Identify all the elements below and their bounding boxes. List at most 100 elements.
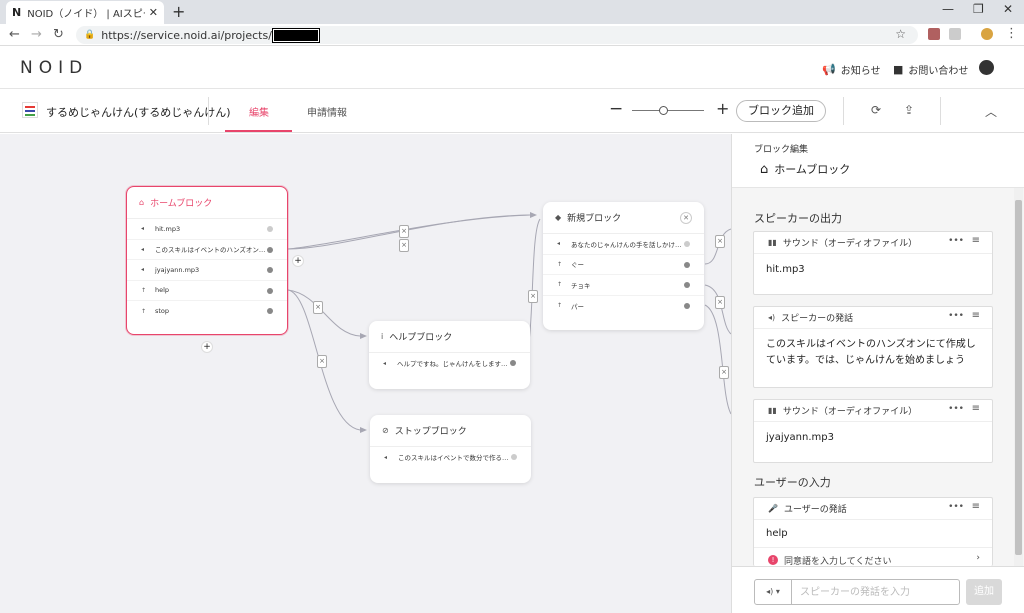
output-card[interactable]: ◂) スピーカーの発話 ••• ≡ このスキルはイベントのハンズオンにて作成して… [753, 306, 993, 388]
reload-icon[interactable]: ↻ [53, 27, 64, 42]
drag-handle-icon[interactable]: ≡ [972, 310, 980, 321]
project-thumbnail-icon [22, 102, 38, 118]
noid-logo[interactable]: NOID [20, 58, 88, 78]
connector-dot[interactable] [511, 454, 517, 460]
connector-dot[interactable] [684, 302, 690, 309]
panel-scrollbar[interactable] [1014, 188, 1023, 566]
connector-dot[interactable] [267, 267, 273, 273]
sync-icon[interactable]: ⟳ [871, 103, 881, 117]
delete-wire-button[interactable]: × [719, 366, 729, 379]
add-connection-button[interactable]: + [292, 255, 304, 267]
window-close-icon[interactable]: ✕ [1003, 2, 1013, 16]
home-block-title[interactable]: ⌂ ホームブロック [127, 187, 287, 219]
stop-block-title[interactable]: ⊘ ストップブロック [370, 415, 531, 447]
block-row[interactable]: ↑ help [127, 281, 287, 301]
speaker-utterance-input[interactable] [791, 579, 960, 605]
add-button[interactable]: 追加 [966, 579, 1002, 605]
block-row[interactable]: ↑ ぐー [543, 255, 704, 275]
forward-icon[interactable]: → [31, 27, 42, 42]
add-row-button[interactable]: + [201, 341, 213, 353]
delete-wire-button[interactable]: × [715, 235, 725, 248]
scrollbar-thumb[interactable] [1015, 200, 1022, 555]
zoom-slider-handle[interactable] [659, 106, 668, 115]
stop-block[interactable]: ⊘ ストップブロック ◂ このスキルはイベントで数分で作る… [370, 415, 531, 483]
panel-block-name: ⌂ ホームブロック [760, 161, 850, 177]
extension-icon[interactable] [949, 28, 961, 40]
block-row[interactable]: ◂ ヘルプですね。じゃんけんをします… [369, 353, 530, 374]
tab-application-info[interactable]: 申請情報 [307, 104, 347, 119]
new-block[interactable]: ◆ 新規ブロック ✕ ◂ あなたのじゃんけんの手を話しかけ… ↑ ぐー ↑ チョ… [543, 202, 704, 330]
close-block-icon[interactable]: ✕ [680, 212, 692, 224]
delete-wire-button[interactable]: × [313, 301, 323, 314]
output-type-select[interactable]: ◂) ▾ [754, 579, 792, 605]
collapse-chevron-icon[interactable]: ︿ [985, 103, 997, 120]
connector-dot[interactable] [684, 241, 690, 247]
block-row[interactable]: ◂ jyajyann.mp3 [127, 260, 287, 281]
tab-edit[interactable]: 編集 [249, 104, 269, 119]
more-icon[interactable]: ••• [948, 502, 964, 512]
news-link[interactable]: 📢 お知らせ [822, 62, 881, 77]
maximize-icon[interactable]: ❐ [973, 2, 984, 16]
profile-avatar-icon[interactable] [981, 28, 993, 40]
block-row[interactable]: ◂ あなたのじゃんけんの手を話しかけ… [543, 234, 704, 255]
card-body[interactable]: このスキルはイベントのハンズオンにて作成しています。では、じゃんけんを始めましょ… [754, 329, 992, 376]
account-icon[interactable] [979, 60, 994, 75]
browser-menu-icon[interactable]: ⋮ [1005, 26, 1018, 41]
new-block-label: 新規ブロック [567, 214, 622, 224]
back-icon[interactable]: ← [9, 27, 20, 42]
input-card[interactable]: 🎤 ユーザーの発話 ••• ≡ help ! 同意語を入力してください › [753, 497, 993, 566]
row-label: jyajyann.mp3 [155, 265, 200, 274]
browser-tab[interactable]: N NOID（ノイド） | AIスピーカースキルを ✕ [6, 1, 164, 24]
output-card[interactable]: ▮▮ サウンド（オーディオファイル） ••• ≡ jyajyann.mp3 [753, 399, 993, 463]
zoom-out-icon[interactable]: − [609, 99, 623, 119]
zoom-in-icon[interactable]: + [716, 99, 729, 118]
card-body[interactable]: hit.mp3 [754, 254, 992, 286]
drag-handle-icon[interactable]: ≡ [972, 501, 980, 512]
connector-dot[interactable] [267, 308, 273, 314]
home-block[interactable]: ⌂ ホームブロック ◂ hit.mp3 ◂ このスキルはイベントのハンズオン… … [126, 186, 288, 335]
home-block-label: ホームブロック [150, 199, 213, 209]
extension-icon[interactable] [928, 28, 940, 40]
card-type: サウンド（オーディオファイル） [782, 239, 918, 249]
row-label: パー [571, 302, 584, 311]
card-body[interactable]: help [754, 520, 992, 547]
synonym-hint[interactable]: ! 同意語を入力してください › [754, 546, 992, 566]
connector-dot[interactable] [684, 261, 690, 268]
url-bar[interactable]: 🔒 https://service.noid.ai/projects/ ☆ [76, 26, 918, 44]
contact-link[interactable]: ■ お問い合わせ [893, 62, 968, 77]
delete-wire-button[interactable]: × [317, 355, 327, 368]
help-block[interactable]: i ヘルプブロック ◂ ヘルプですね。じゃんけんをします… [369, 321, 530, 389]
speaker-icon: ◂ [141, 225, 145, 233]
delete-wire-button[interactable]: × [715, 296, 725, 309]
block-row[interactable]: ◂ hit.mp3 [127, 219, 287, 240]
delete-wire-button[interactable]: × [399, 225, 409, 238]
new-tab-icon[interactable]: + [172, 2, 185, 21]
help-block-title[interactable]: i ヘルプブロック [369, 321, 530, 353]
block-row[interactable]: ◂ このスキルはイベントのハンズオン… [127, 240, 287, 260]
connector-dot[interactable] [684, 282, 690, 288]
bookmark-star-icon[interactable]: ☆ [895, 27, 906, 41]
drag-handle-icon[interactable]: ≡ [972, 403, 980, 414]
connector-dot[interactable] [510, 360, 516, 366]
delete-wire-button[interactable]: × [528, 290, 538, 303]
connector-dot[interactable] [267, 287, 273, 294]
connector-dot[interactable] [267, 246, 273, 253]
block-row[interactable]: ↑ stop [127, 301, 287, 322]
zoom-slider[interactable] [632, 110, 704, 111]
block-canvas[interactable]: ⌂ ホームブロック ◂ hit.mp3 ◂ このスキルはイベントのハンズオン… … [0, 134, 731, 613]
more-icon[interactable]: ••• [948, 236, 964, 246]
add-block-button[interactable]: ブロック追加 [736, 100, 826, 122]
block-row[interactable]: ↑ チョキ [543, 275, 704, 296]
output-card[interactable]: ▮▮ サウンド（オーディオファイル） ••• ≡ hit.mp3 [753, 231, 993, 295]
connector-dot[interactable] [267, 226, 273, 232]
delete-wire-button[interactable]: × [399, 239, 409, 252]
drag-handle-icon[interactable]: ≡ [972, 235, 980, 246]
more-icon[interactable]: ••• [948, 404, 964, 414]
tab-close-icon[interactable]: ✕ [149, 6, 158, 19]
block-row[interactable]: ↑ パー [543, 296, 704, 317]
block-row[interactable]: ◂ このスキルはイベントで数分で作る… [370, 447, 531, 468]
export-icon[interactable]: ⇪ [904, 103, 914, 117]
minimize-icon[interactable]: — [942, 2, 954, 16]
card-body[interactable]: jyajyann.mp3 [754, 422, 992, 454]
more-icon[interactable]: ••• [948, 311, 964, 321]
